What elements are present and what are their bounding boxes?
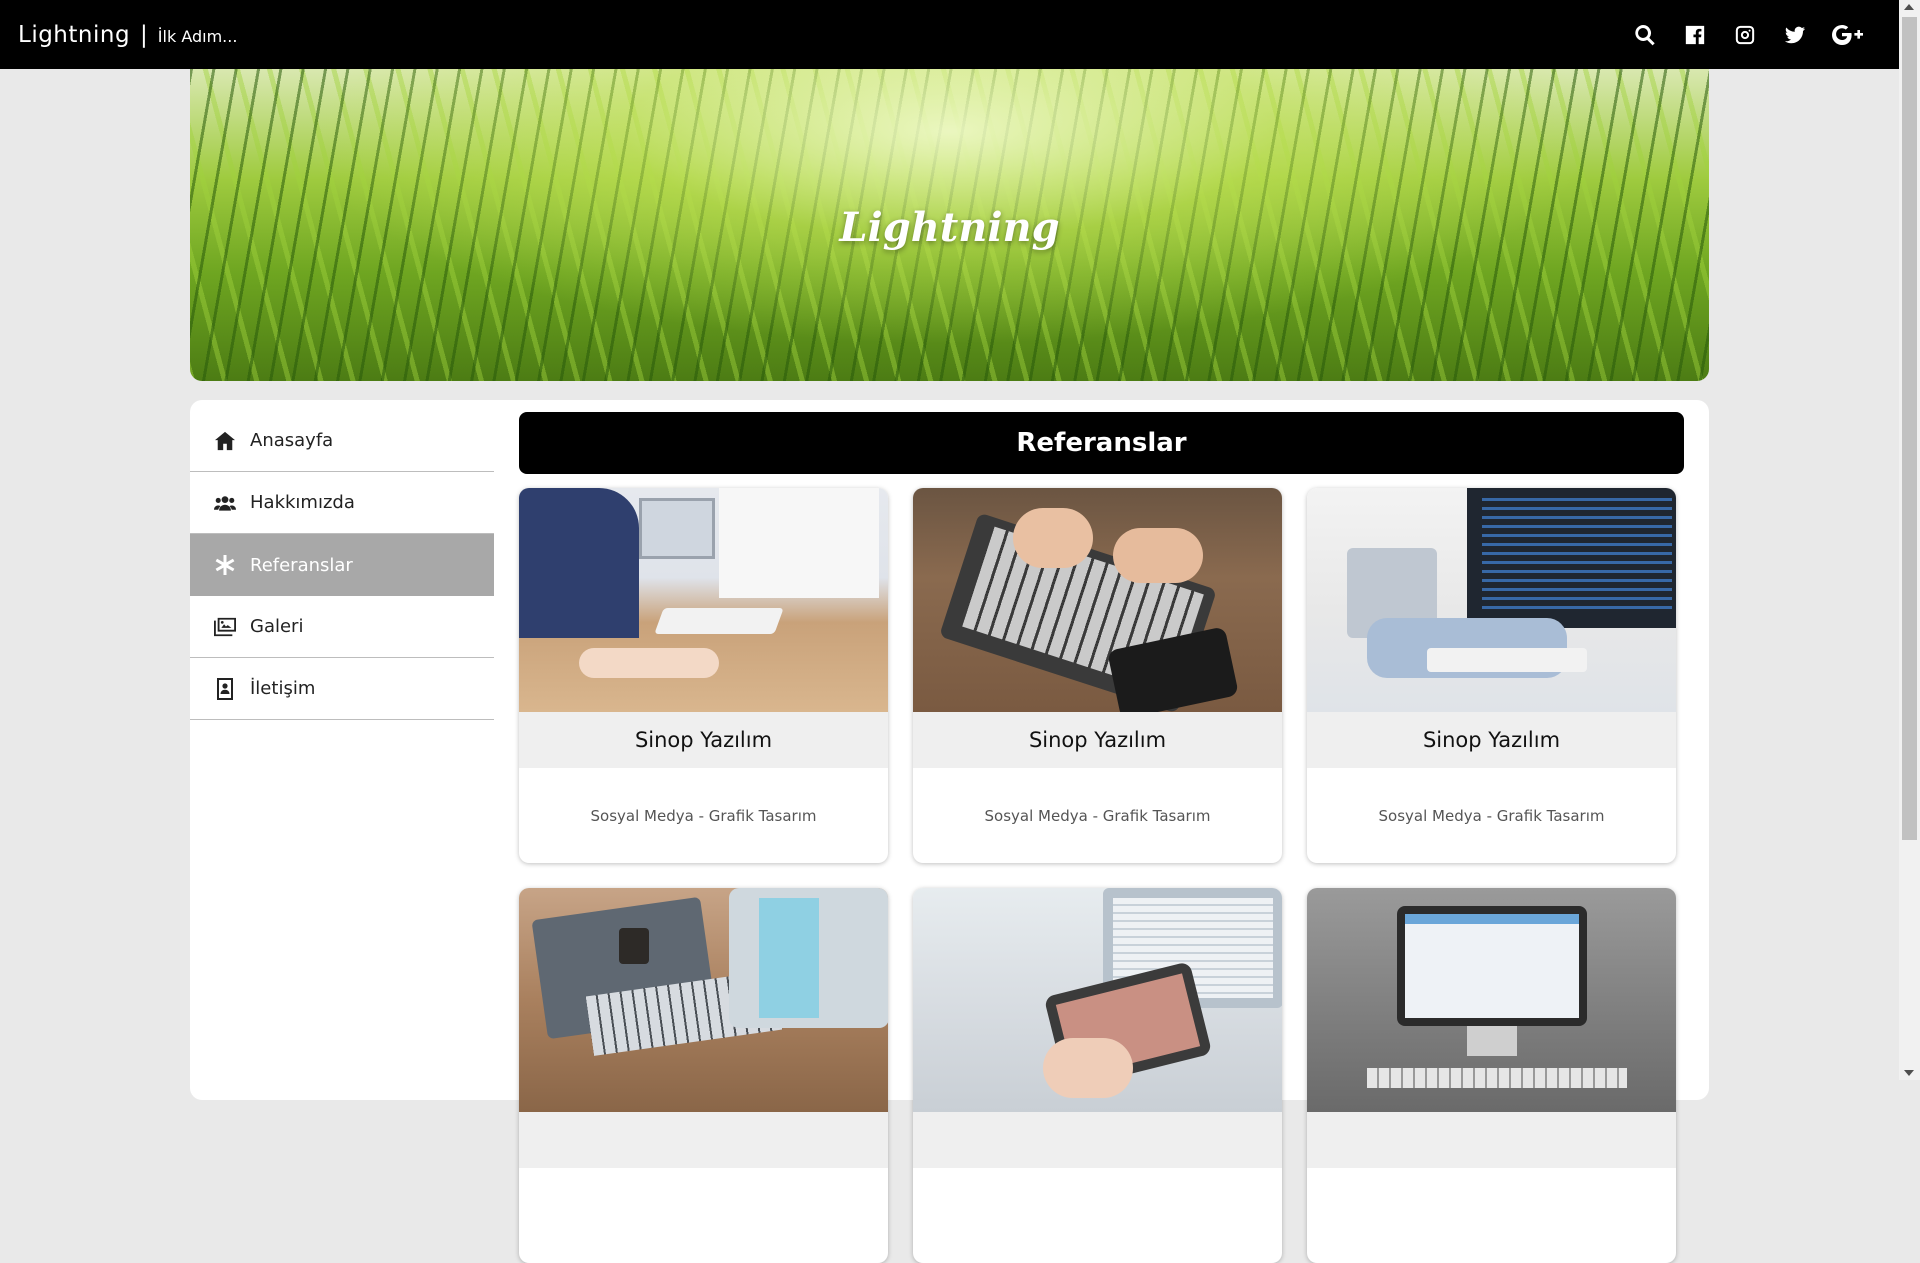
- brand-tagline: İlk Adım...: [157, 26, 238, 46]
- card-image: [913, 888, 1282, 1112]
- images-icon: [214, 616, 236, 638]
- reference-card[interactable]: [519, 888, 888, 1263]
- section-title: Referanslar: [519, 412, 1684, 474]
- card-title: Sinop Yazılım: [519, 712, 888, 768]
- card-image: [1307, 888, 1676, 1112]
- card-title: [1307, 1112, 1676, 1168]
- scroll-up-arrow-icon[interactable]: [1904, 4, 1914, 10]
- sidebar-item-hakkimizda[interactable]: Hakkımızda: [190, 472, 494, 534]
- reference-card[interactable]: Sinop Yazılım Sosyal Medya - Grafik Tasa…: [913, 488, 1282, 863]
- reference-card[interactable]: Sinop Yazılım Sosyal Medya - Grafik Tasa…: [519, 488, 888, 863]
- hero-banner: Lightning: [190, 69, 1709, 381]
- facebook-icon[interactable]: [1681, 21, 1709, 49]
- top-navbar: Lightning | İlk Adım...: [0, 0, 1899, 69]
- sidebar-item-label: Galeri: [250, 616, 304, 637]
- sidebar-menu: Anasayfa Hakkımızda Referanslar Galeri İ…: [190, 410, 494, 720]
- asterisk-icon: [214, 554, 236, 576]
- hero-title: Lightning: [839, 204, 1060, 251]
- reference-card[interactable]: Sinop Yazılım Sosyal Medya - Grafik Tasa…: [1307, 488, 1676, 863]
- card-title: [913, 1112, 1282, 1168]
- home-icon: [214, 430, 236, 452]
- card-subtitle: Sosyal Medya - Grafik Tasarım: [984, 806, 1211, 825]
- card-title: Sinop Yazılım: [1307, 712, 1676, 768]
- users-icon: [214, 492, 236, 514]
- sidebar-item-label: Referanslar: [250, 554, 353, 576]
- card-subtitle: [913, 1168, 1282, 1263]
- sidebar-item-referanslar[interactable]: Referanslar: [190, 534, 494, 596]
- contact-book-icon: [214, 677, 236, 700]
- sidebar-item-label: İletişim: [250, 678, 316, 699]
- google-plus-icon[interactable]: [1831, 21, 1865, 49]
- card-image: [519, 488, 888, 712]
- card-image: [519, 888, 888, 1112]
- sidebar-item-galeri[interactable]: Galeri: [190, 596, 494, 658]
- sidebar-item-anasayfa[interactable]: Anasayfa: [190, 410, 494, 472]
- card-title: Sinop Yazılım: [913, 712, 1282, 768]
- sidebar-item-label: Anasayfa: [250, 430, 334, 451]
- brand-name[interactable]: Lightning: [18, 22, 130, 48]
- social-links: [1631, 0, 1865, 69]
- card-subtitle: [519, 1168, 888, 1263]
- search-icon[interactable]: [1631, 21, 1659, 49]
- instagram-icon[interactable]: [1731, 21, 1759, 49]
- card-image: [913, 488, 1282, 712]
- sidebar-item-iletisim[interactable]: İletişim: [190, 658, 494, 720]
- reference-card[interactable]: [913, 888, 1282, 1263]
- page-scrollbar[interactable]: [1899, 0, 1920, 1080]
- brand[interactable]: Lightning | İlk Adım...: [18, 22, 237, 48]
- twitter-icon[interactable]: [1781, 21, 1809, 49]
- content-panel: Anasayfa Hakkımızda Referanslar Galeri İ…: [190, 400, 1709, 1263]
- card-subtitle: [1307, 1168, 1676, 1263]
- card-title: [519, 1112, 888, 1168]
- brand-separator: |: [140, 21, 148, 48]
- card-subtitle: Sosyal Medya - Grafik Tasarım: [590, 806, 817, 825]
- sidebar-item-label: Hakkımızda: [250, 492, 355, 513]
- scroll-down-arrow-icon[interactable]: [1904, 1070, 1914, 1076]
- scroll-thumb[interactable]: [1902, 17, 1917, 840]
- card-subtitle: Sosyal Medya - Grafik Tasarım: [1378, 806, 1605, 825]
- reference-card[interactable]: [1307, 888, 1676, 1263]
- card-image: [1307, 488, 1676, 712]
